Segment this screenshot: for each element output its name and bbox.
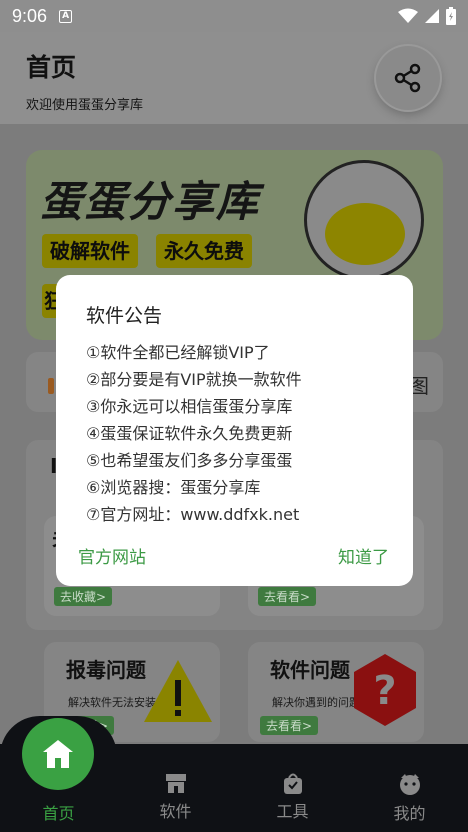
announcement-line: ③你永远可以相信蛋蛋分享库 (86, 397, 293, 416)
got-it-button[interactable]: 知道了 (338, 543, 389, 568)
official-site-button[interactable]: 官方网站 (78, 543, 146, 568)
announcement-line: ②部分要是有VIP就换一款软件 (86, 370, 302, 389)
dialog-title: 软件公告 (86, 305, 163, 327)
announcement-line: ⑤也希望蛋友们多多分享蛋蛋 (86, 451, 293, 470)
announcement-line: ①软件全都已经解锁VIP了 (86, 343, 270, 362)
announcement-line: ⑦官方网址：www.ddfxk.net (86, 505, 300, 524)
announcement-line: ④蛋蛋保证软件永久免费更新 (86, 424, 293, 443)
announcement-list: ①软件全都已经解锁VIP了 ②部分要是有VIP就换一款软件 ③你永远可以相信蛋蛋… (86, 339, 302, 528)
announcement-dialog: 软件公告 ①软件全都已经解锁VIP了 ②部分要是有VIP就换一款软件 ③你永远可… (56, 275, 413, 586)
announcement-line: ⑥浏览器搜：蛋蛋分享库 (86, 478, 261, 497)
